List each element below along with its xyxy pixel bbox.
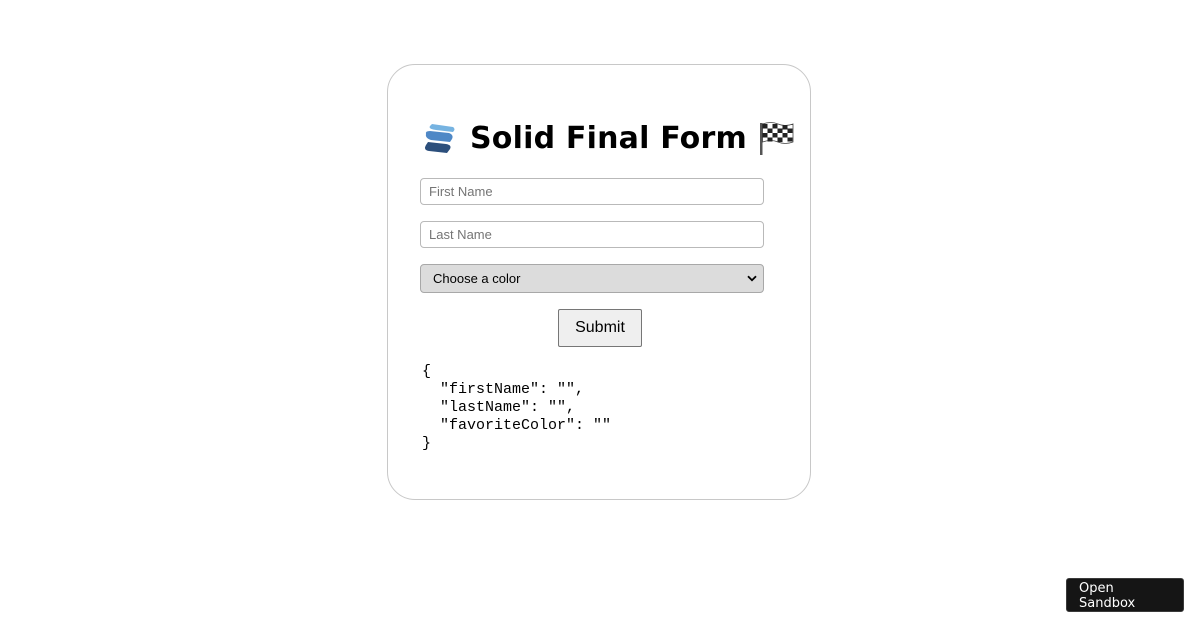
form-card: Solid Final Form Choose a color [387,64,811,500]
solid-logo-icon [425,124,455,153]
open-sandbox-button[interactable]: Open Sandbox [1066,578,1184,612]
last-name-input[interactable] [420,221,764,248]
first-name-input[interactable] [420,178,764,205]
chevron-down-icon [747,275,757,282]
page-title: Solid Final Form [470,120,747,156]
select-selected-value: Choose a color [433,271,521,286]
form-values-json: { "firstName": "", "lastName": "", "favo… [422,363,612,452]
title-row: Solid Final Form [422,117,794,159]
submit-button[interactable]: Submit [558,309,642,347]
favorite-color-select[interactable]: Choose a color [420,264,764,293]
checkered-flag-icon [759,122,794,155]
